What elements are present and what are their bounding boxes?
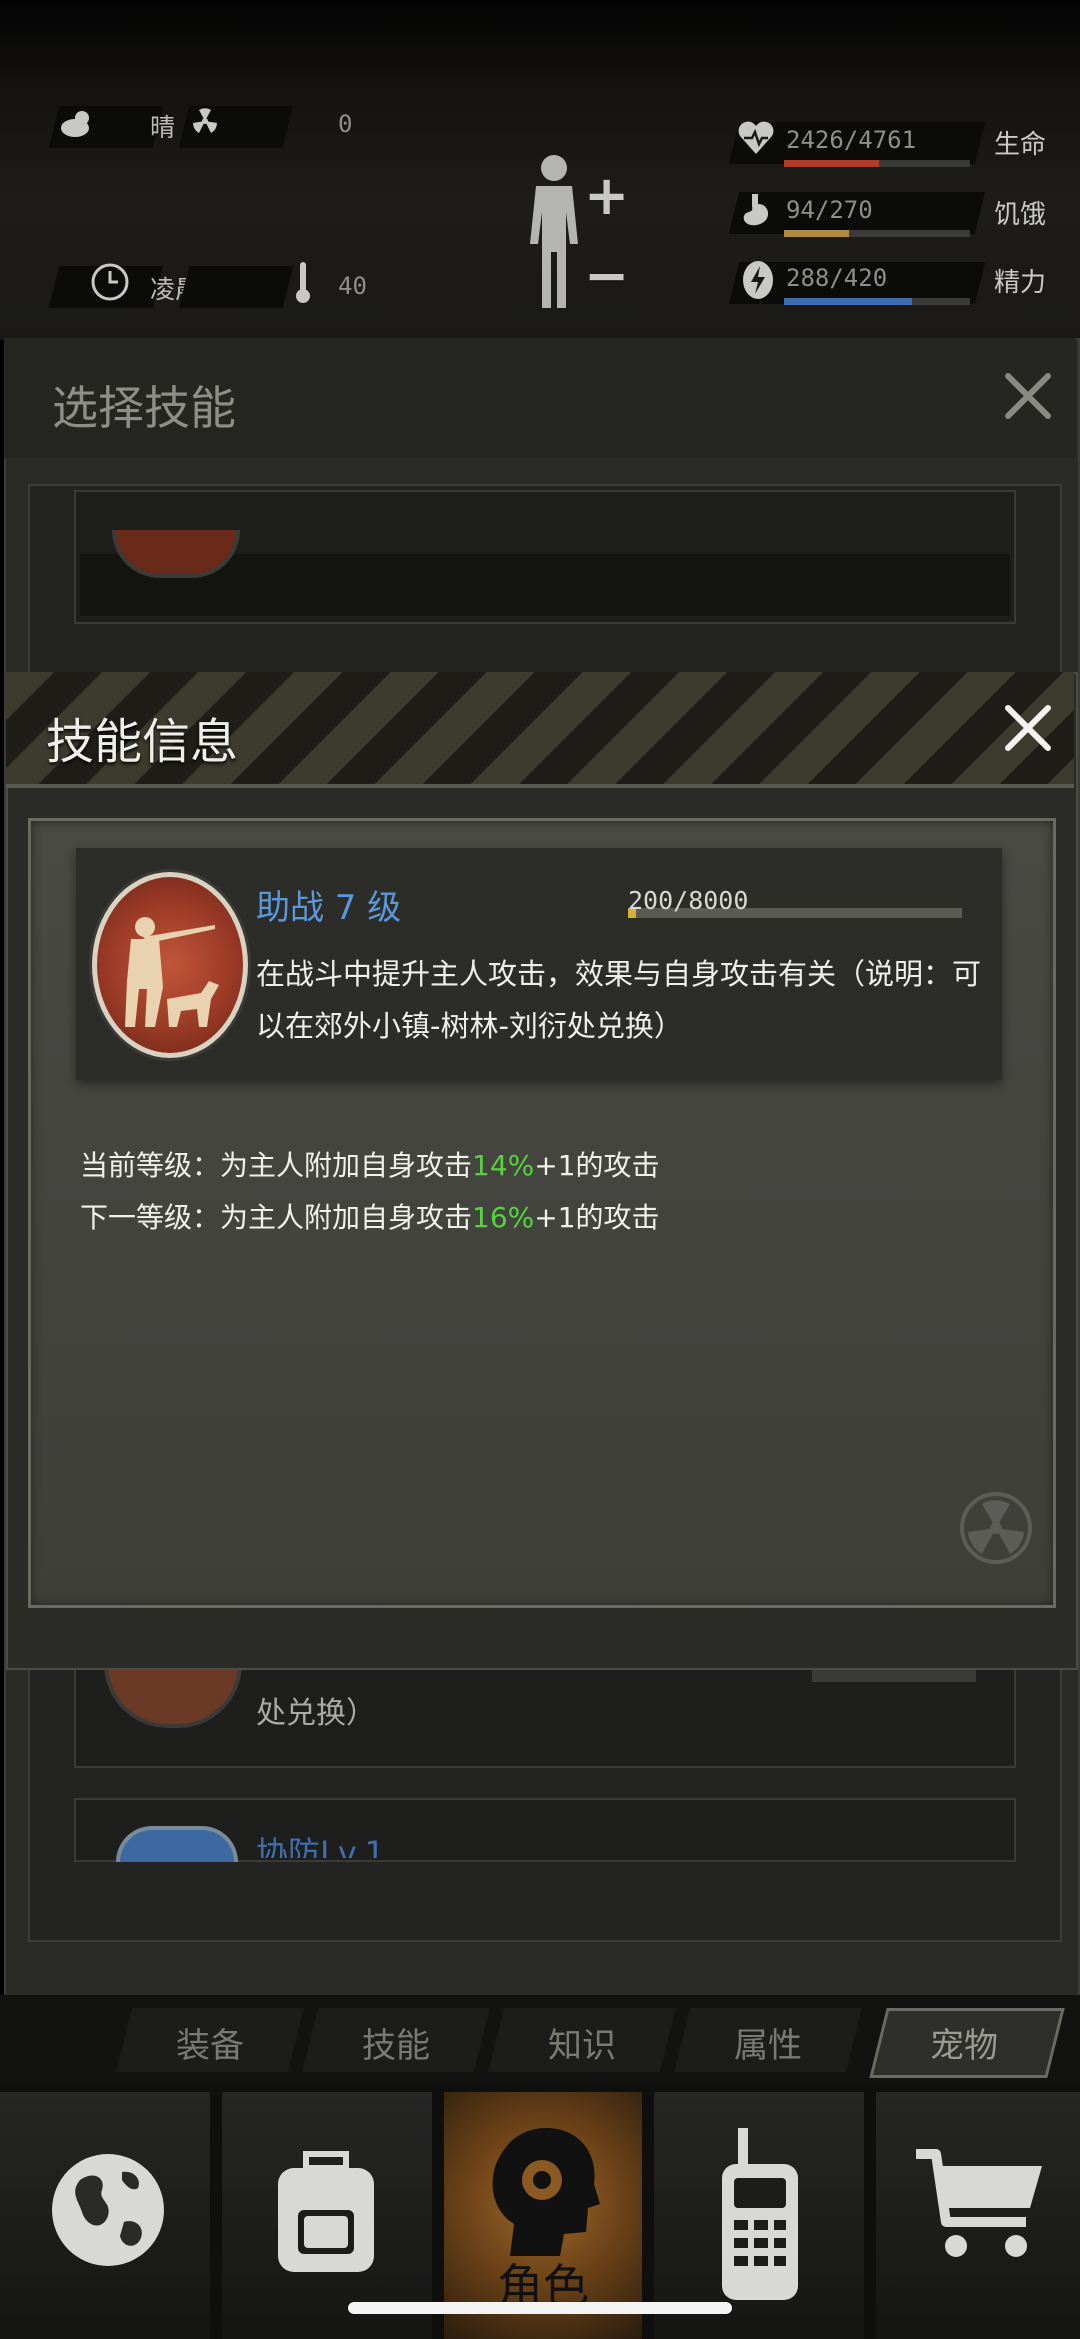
tab-knowledge-label[interactable]: 知识 (496, 2018, 668, 2067)
current-level-suffix: +1的攻击 (534, 1149, 660, 1182)
head-gear-icon[interactable] (480, 2120, 606, 2260)
temperature-pill (178, 266, 294, 308)
globe-icon[interactable] (50, 2140, 166, 2280)
xp-value: 200/8000 (628, 886, 749, 915)
stomach-icon (743, 194, 769, 226)
backpack-icon[interactable] (268, 2140, 384, 2280)
weather-icon (61, 111, 89, 137)
skill-info-title: 技能信息 (46, 714, 239, 770)
next-level-percent: 16% (472, 1201, 535, 1234)
home-indicator[interactable] (348, 2302, 732, 2314)
hunger-value: 94/270 (786, 196, 873, 224)
next-level-suffix: +1的攻击 (534, 1201, 660, 1234)
energy-icon (743, 261, 773, 299)
heart-icon (738, 121, 774, 154)
energy-bar (784, 298, 970, 305)
radiation-value: 0 (338, 110, 353, 138)
current-level-percent: 14% (472, 1149, 535, 1182)
close-icon[interactable] (1000, 700, 1056, 756)
hunter-dog-icon (92, 872, 248, 1058)
skill-description: 在战斗中提升主人攻击，效果与自身攻击有关（说明：可以在郊外小镇-树林-刘衍处兑换… (256, 957, 982, 1043)
next-level-effect: 下一等级：为主人附加自身攻击16%+1的攻击 (80, 1196, 660, 1236)
energy-label: 精力 (994, 268, 1047, 298)
radiation-watermark-icon (960, 1492, 1032, 1564)
select-skill-close-icon[interactable] (1000, 368, 1056, 424)
hunger-label: 饥饿 (994, 200, 1047, 230)
weather-label: 晴 (150, 113, 176, 142)
tab-skills-label[interactable]: 技能 (310, 2018, 482, 2067)
current-level-prefix: 当前等级：为主人附加自身攻击 (80, 1149, 473, 1182)
skill-name: 助战 7 级 (256, 888, 402, 928)
life-value: 2426/4761 (786, 126, 917, 154)
next-level-prefix: 下一等级：为主人附加自身攻击 (80, 1201, 473, 1234)
life-label: 生命 (994, 130, 1047, 160)
clock-icon (91, 263, 129, 301)
tab-attributes-label[interactable]: 属性 (682, 2018, 854, 2067)
walkie-talkie-icon[interactable] (710, 2124, 810, 2304)
select-skill-title: 选择技能 (52, 381, 236, 435)
shopping-cart-icon[interactable] (912, 2146, 1048, 2266)
energy-value: 288/420 (786, 264, 888, 292)
skill-list-item-icon (116, 1826, 238, 1862)
skill-list-item-name: 协防Lv.1 (256, 1834, 385, 1858)
increase-button[interactable]: + (584, 164, 629, 227)
tab-equipment-label[interactable]: 装备 (124, 2018, 296, 2067)
body-figure-icon[interactable] (522, 152, 586, 312)
current-level-effect: 当前等级：为主人附加自身攻击14%+1的攻击 (80, 1144, 660, 1184)
tab-pet-label[interactable]: 宠物 (878, 2018, 1050, 2067)
decrease-button[interactable]: − (584, 244, 629, 307)
hunger-bar (784, 230, 970, 237)
thermometer-icon (296, 262, 310, 303)
radiation-icon (193, 108, 217, 133)
life-bar (784, 160, 970, 167)
skill-list-item-text: 处兑换） (256, 1696, 376, 1731)
temperature-value: 40 (338, 272, 367, 300)
